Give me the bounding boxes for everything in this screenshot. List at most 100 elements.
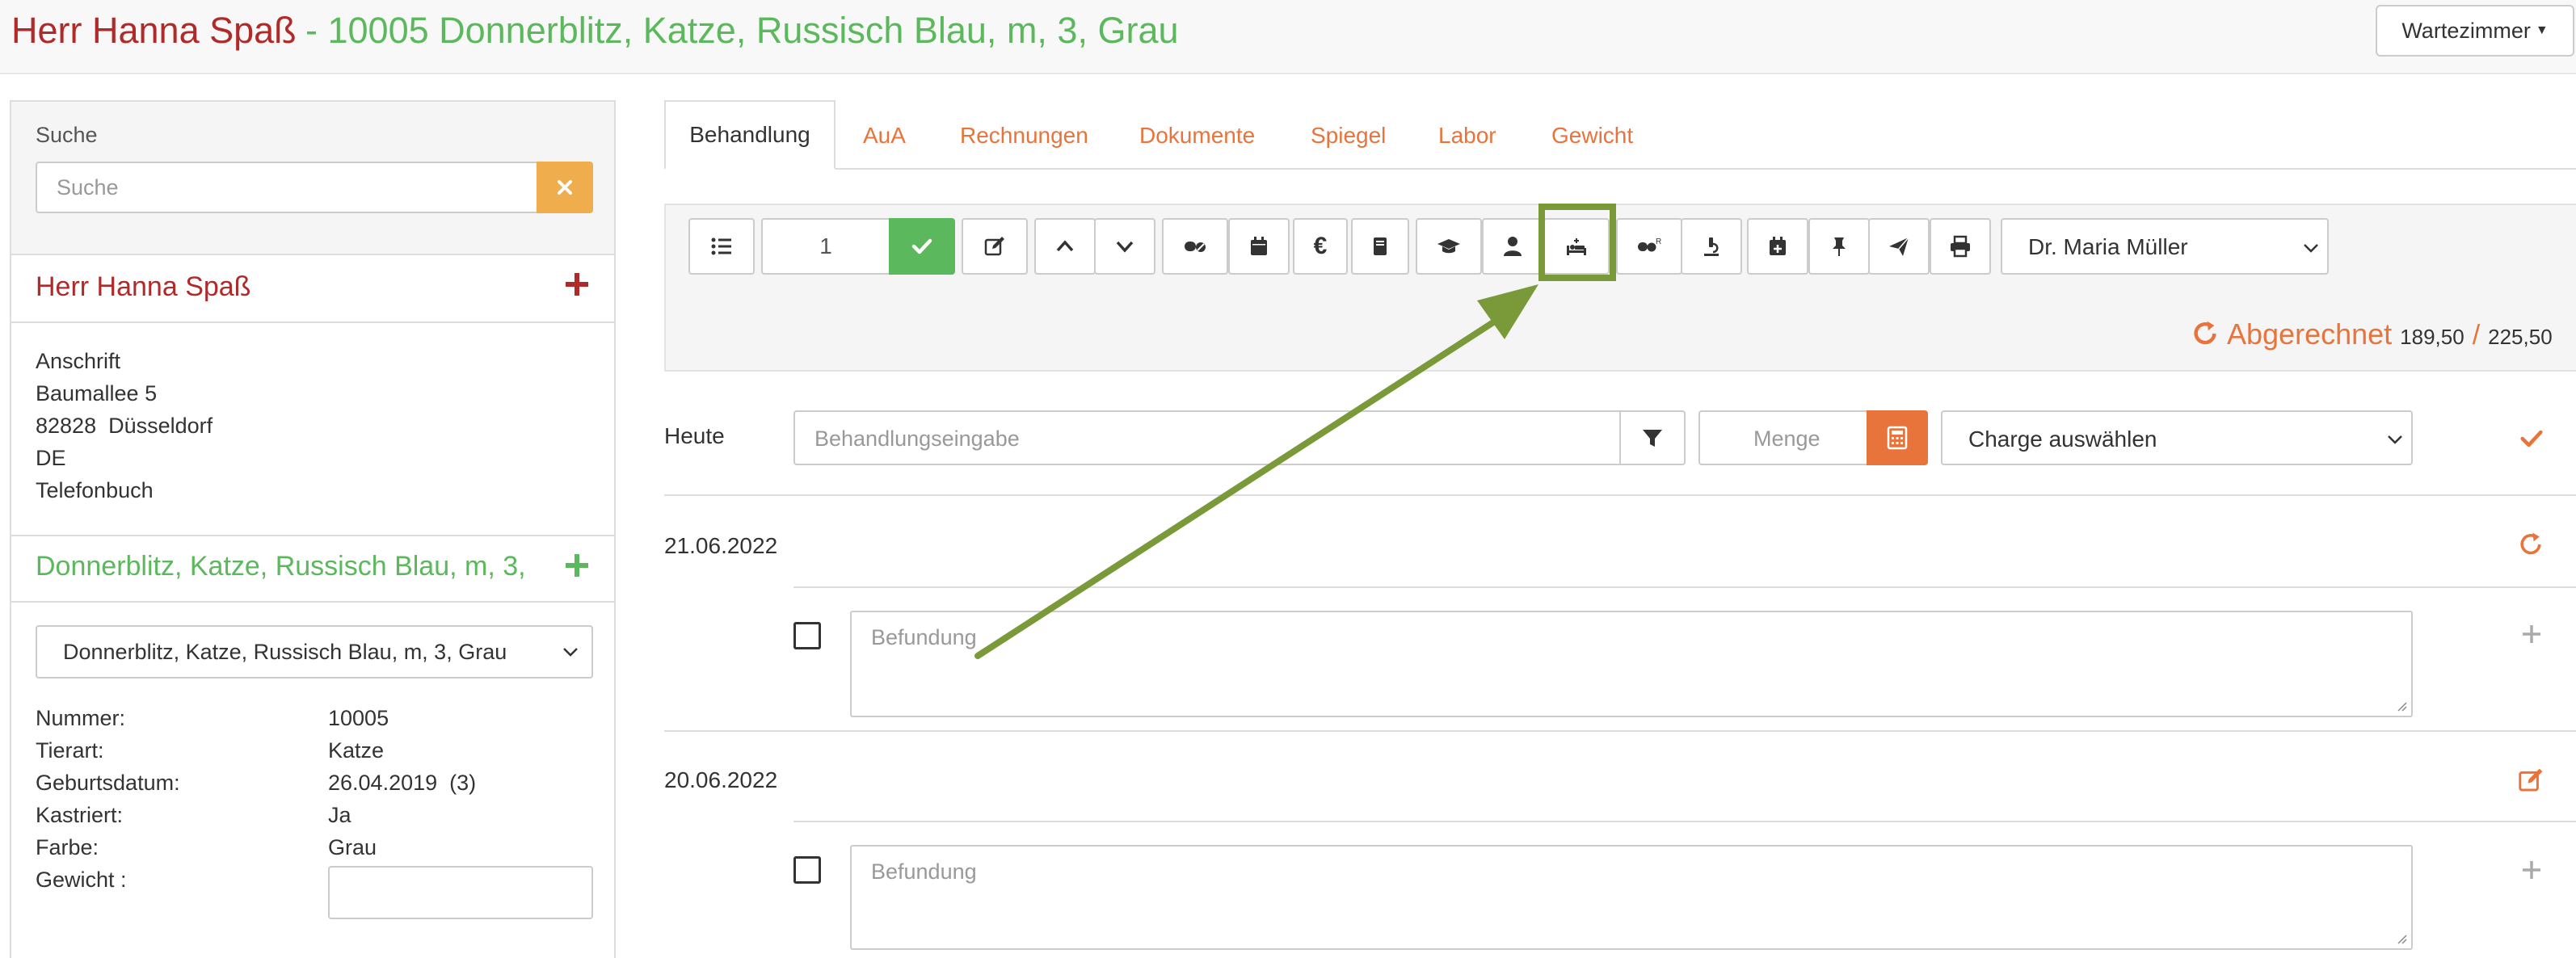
- patient-title[interactable]: - 10005 Donnerblitz, Katze, Russisch Bla…: [305, 10, 1179, 52]
- vet-select[interactable]: Dr. Maria Müller: [2001, 218, 2329, 275]
- move-down-button[interactable]: [1094, 218, 1155, 275]
- filter-icon: [1643, 430, 1662, 447]
- birthdate-value: 26.04.2019 (3): [328, 771, 477, 795]
- tab-gewicht[interactable]: Gewicht: [1551, 102, 1633, 170]
- add-appointment-button[interactable]: [1747, 218, 1808, 275]
- prescription-button[interactable]: R: [1616, 218, 1682, 275]
- treatment-placeholder: Behandlungseingabe: [814, 426, 1020, 451]
- patient-select[interactable]: Donnerblitz, Katze, Russisch Blau, m, 3,…: [36, 625, 593, 679]
- add-patient-icon[interactable]: [561, 549, 593, 582]
- calendar-button[interactable]: [1228, 218, 1290, 275]
- search-placeholder: Suche: [57, 175, 119, 200]
- divider: [664, 730, 2576, 732]
- weight-input[interactable]: [328, 866, 593, 919]
- sidebar: Suche Suche Herr Hanna Spaß Anschrift Ba…: [10, 100, 616, 958]
- search-input[interactable]: Suche: [36, 162, 538, 213]
- billing-amount: 189,50: [2400, 325, 2464, 349]
- divider: [11, 601, 614, 603]
- today-label: Heute: [664, 423, 725, 448]
- close-icon: [558, 180, 572, 195]
- chevron-up-icon: [1056, 240, 1074, 252]
- book-icon: [1374, 237, 1387, 255]
- tab-dokumente[interactable]: Dokumente: [1139, 102, 1255, 170]
- caret-down-icon: ▼: [2535, 23, 2549, 37]
- check-icon: [911, 238, 932, 254]
- tab-rechnungen[interactable]: Rechnungen: [960, 102, 1088, 170]
- book-button[interactable]: [1351, 218, 1409, 275]
- medication-button[interactable]: [1162, 218, 1228, 275]
- filter-button[interactable]: [1619, 410, 1686, 465]
- resize-handle-icon[interactable]: [2395, 700, 2408, 712]
- education-button[interactable]: [1416, 218, 1482, 275]
- tab-labor[interactable]: Labor: [1438, 102, 1496, 170]
- finding-placeholder: Befundung: [871, 625, 977, 649]
- tab-behandlung[interactable]: Behandlung: [664, 100, 836, 170]
- svg-text:R: R: [1656, 237, 1661, 246]
- print-button[interactable]: [1930, 218, 1991, 275]
- divider: [793, 821, 2576, 822]
- record-checkbox[interactable]: [793, 856, 821, 884]
- pills-icon: [1185, 242, 1206, 252]
- pills-r-icon: R: [1638, 237, 1661, 252]
- treatment-input[interactable]: Behandlungseingabe: [793, 410, 1621, 465]
- send-button[interactable]: [1868, 218, 1930, 275]
- print-icon: [1951, 235, 1970, 258]
- record-date: 20.06.2022: [664, 767, 778, 792]
- refresh-icon[interactable]: [2516, 530, 2545, 559]
- euro-icon: €: [1313, 233, 1328, 259]
- graduation-cap-icon: [1437, 239, 1460, 254]
- record-checkbox[interactable]: [793, 622, 821, 649]
- submit-entry-icon[interactable]: [2518, 425, 2545, 452]
- edit-button[interactable]: [962, 218, 1028, 275]
- edit-icon: [984, 237, 1004, 256]
- divider: [793, 586, 2576, 588]
- highlight-box: [1538, 204, 1616, 281]
- add-finding-icon[interactable]: [2519, 622, 2544, 646]
- address-country: DE: [36, 446, 66, 470]
- finding-textarea[interactable]: Befundung: [850, 611, 2413, 717]
- clear-search-button[interactable]: [537, 162, 593, 213]
- calendar-plus-icon: [1770, 237, 1786, 255]
- calendar-icon: [1251, 237, 1267, 255]
- add-owner-icon[interactable]: [561, 268, 593, 300]
- owner-heading[interactable]: Herr Hanna Spaß: [36, 271, 250, 303]
- billing-status: Abgerechnet 189,50 / 225,50: [2190, 313, 2553, 351]
- calculator-button[interactable]: [1867, 410, 1928, 465]
- divider: [11, 535, 614, 536]
- resize-handle-icon[interactable]: [2395, 932, 2408, 945]
- species-value: Katze: [328, 738, 385, 763]
- pin-button[interactable]: [1808, 218, 1870, 275]
- tab-spiegel[interactable]: Spiegel: [1311, 102, 1386, 170]
- batch-select-value: Charge auswählen: [1968, 426, 2157, 452]
- batch-select[interactable]: Charge auswählen: [1941, 410, 2413, 465]
- count-input[interactable]: 1: [761, 218, 890, 275]
- price-button[interactable]: €: [1293, 218, 1348, 275]
- add-finding-icon[interactable]: [2519, 858, 2544, 882]
- quantity-input[interactable]: Menge: [1698, 410, 1868, 465]
- waiting-room-label: Wartezimmer: [2401, 18, 2531, 43]
- edit-icon[interactable]: [2516, 766, 2545, 795]
- billing-label: Abgerechnet: [2227, 317, 2393, 351]
- list-button[interactable]: [688, 218, 755, 275]
- record-date: 21.06.2022: [664, 533, 778, 558]
- vet-select-value: Dr. Maria Müller: [2028, 234, 2188, 259]
- divider: [664, 494, 2576, 496]
- microscope-button[interactable]: [1681, 218, 1742, 275]
- user-icon: [1504, 237, 1522, 256]
- finding-textarea[interactable]: Befundung: [850, 845, 2413, 950]
- phonebook-link[interactable]: Telefonbuch: [36, 478, 154, 503]
- patient-heading[interactable]: Donnerblitz, Katze, Russisch Blau, m, 3,: [36, 551, 553, 582]
- weight-label: Gewicht :: [36, 868, 127, 892]
- refresh-icon: [2194, 321, 2216, 345]
- move-up-button[interactable]: [1034, 218, 1096, 275]
- neutered-label: Kastriert:: [36, 803, 124, 827]
- list-icon: [711, 237, 731, 255]
- waiting-room-button[interactable]: Wartezimmer ▼: [2376, 5, 2574, 57]
- tab-aua[interactable]: AuA: [863, 102, 906, 170]
- person-button[interactable]: [1482, 218, 1543, 275]
- owner-title[interactable]: Herr Hanna Spaß: [11, 10, 297, 52]
- number-label: Nummer:: [36, 706, 126, 730]
- patient-select-value: Donnerblitz, Katze, Russisch Blau, m, 3,…: [63, 640, 507, 664]
- confirm-count-button[interactable]: [889, 218, 955, 275]
- count-value: 1: [819, 233, 832, 258]
